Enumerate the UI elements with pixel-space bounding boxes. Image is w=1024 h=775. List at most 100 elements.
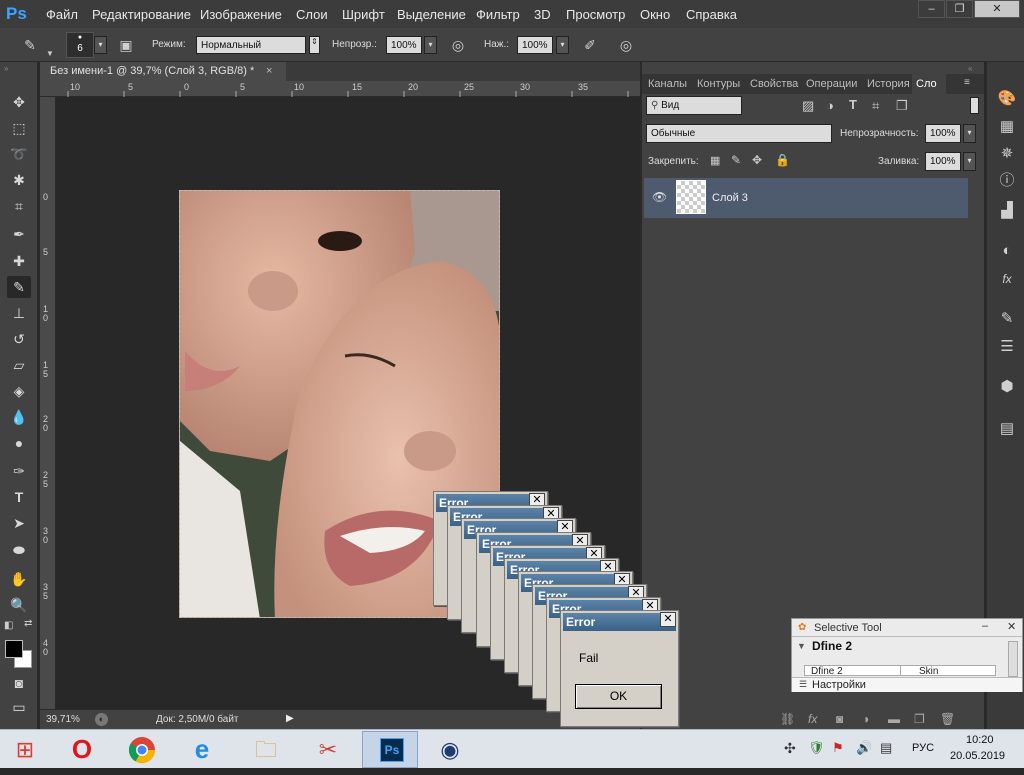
styles-panel-icon[interactable]: fx — [996, 268, 1018, 290]
clock-date[interactable]: 20.05.2019 — [950, 750, 1005, 762]
menu-view[interactable]: Просмотр — [566, 7, 625, 22]
healing-brush-tool-icon[interactable]: ✚ — [7, 250, 31, 272]
menu-window[interactable]: Окно — [640, 7, 670, 22]
security-icon[interactable]: 🛡 — [808, 740, 825, 756]
zoom-tool-icon[interactable]: 🔍 — [7, 594, 31, 616]
add-mask-icon[interactable]: ◙ — [836, 712, 843, 726]
clock-time[interactable]: 10:20 — [966, 734, 994, 746]
menu-image[interactable]: Изображение — [200, 7, 282, 22]
brushes-panel-icon[interactable]: ✎ — [996, 308, 1018, 330]
marquee-tool-icon[interactable]: ⬚ — [7, 117, 31, 139]
pressure-opacity-icon[interactable]: ◎ — [448, 35, 468, 55]
menu-filter[interactable]: Фильтр — [476, 7, 520, 22]
mode-spinner-icon[interactable]: ⇕ — [309, 36, 320, 54]
selective-tool-window[interactable]: ✿ Selective Tool – ✕ ▼ Dfine 2 Dfine 2 S… — [791, 618, 1023, 692]
brush-panel-icon[interactable]: ▣ — [116, 35, 136, 55]
pen-tool-icon[interactable]: ✑ — [7, 460, 31, 482]
tab-channels[interactable]: Каналы — [648, 78, 687, 90]
filter-type-icon[interactable]: T — [849, 97, 857, 112]
status-menu-arrow-icon[interactable]: ▶ — [286, 713, 294, 724]
close-tab-icon[interactable]: × — [266, 62, 272, 81]
lock-pixels-icon[interactable]: ✎ — [731, 153, 741, 167]
taskbar-photoshop-active[interactable]: Ps — [362, 731, 418, 768]
adjustment-layer-icon[interactable]: ◑ — [862, 712, 869, 726]
history-brush-tool-icon[interactable]: ↺ — [7, 328, 31, 350]
blur-tool-icon[interactable]: 💧 — [7, 406, 31, 428]
hand-tool-icon[interactable]: ✋ — [7, 568, 31, 590]
tab-paths[interactable]: Контуры — [697, 78, 740, 90]
minimize-icon[interactable]: – — [982, 620, 988, 632]
move-tool-icon[interactable]: ✥ — [7, 91, 31, 113]
internet-explorer-icon[interactable]: e — [176, 733, 228, 766]
dodge-tool-icon[interactable]: ● — [7, 432, 31, 454]
fill-input[interactable]: 100% — [925, 152, 961, 171]
new-group-icon[interactable]: ▬ — [888, 712, 900, 726]
pressure-input[interactable]: 100% — [517, 36, 553, 54]
chevron-down-icon[interactable]: ▼ — [46, 49, 54, 58]
menu-file[interactable]: Файл — [46, 7, 78, 22]
quick-mask-icon[interactable]: ◙ — [7, 672, 31, 694]
layer-filter-select[interactable]: ⚲ Вид — [646, 96, 742, 115]
histogram-panel-icon[interactable]: ▟ — [996, 200, 1018, 222]
status-info-icon[interactable]: ◐ — [95, 713, 108, 726]
swap-colors-icon[interactable]: ⇄ — [24, 618, 32, 629]
settings-link[interactable]: Настройки — [812, 679, 866, 691]
adjustments-panel-icon[interactable]: ◐ — [996, 240, 1018, 262]
pressure-dropdown[interactable]: ▾ — [556, 36, 569, 54]
minimize-button[interactable]: – — [918, 0, 945, 18]
3d-panel-icon[interactable]: ⬢ — [996, 376, 1018, 398]
stamp-tool-icon[interactable]: ⊥ — [7, 302, 31, 324]
lock-all-icon[interactable]: 🔒 — [775, 153, 790, 167]
menu-select[interactable]: Выделение — [397, 7, 466, 22]
default-colors-icon[interactable]: ◧ — [4, 620, 13, 631]
language-indicator[interactable]: РУС — [912, 742, 934, 754]
new-layer-icon[interactable]: ❐ — [914, 712, 925, 726]
error-dialog[interactable]: Error ✕ Fail OK — [560, 610, 679, 727]
timeline-panel-icon[interactable]: ▤ — [996, 418, 1018, 440]
paint-bucket-tool-icon[interactable]: ◈ — [7, 380, 31, 402]
ok-button[interactable]: OK — [575, 684, 662, 709]
windows-start-icon[interactable]: ⊞ — [0, 733, 50, 766]
filter-image-icon[interactable]: ▨ — [802, 98, 814, 114]
color-panel-icon[interactable]: 🎨 — [996, 88, 1018, 110]
menu-help[interactable]: Справка — [686, 7, 737, 22]
lock-position-icon[interactable]: ✥ — [752, 153, 762, 167]
eye-icon[interactable]: 👁 — [652, 190, 667, 204]
info-panel-icon[interactable]: ⓘ — [996, 170, 1018, 192]
lock-transparency-icon[interactable]: ▦ — [710, 154, 720, 167]
crop-tool-icon[interactable]: ⌗ — [7, 195, 31, 217]
layer-name[interactable]: Слой 3 — [712, 192, 748, 204]
tab-properties[interactable]: Свойства — [750, 78, 798, 90]
chrome-icon[interactable] — [116, 733, 168, 766]
restore-button[interactable]: ❐ — [946, 0, 973, 18]
blend-mode-select[interactable]: Обычные — [646, 124, 832, 143]
network-app-icon[interactable]: ✣ — [784, 740, 796, 757]
expand-triangle-icon[interactable]: ▼ — [797, 641, 806, 651]
type-tool-icon[interactable]: T — [7, 486, 31, 508]
speaker-icon[interactable]: 🔊 — [856, 740, 872, 756]
ellipse-tool-icon[interactable]: ⬬ — [7, 539, 31, 561]
brush-tool-icon[interactable]: ✎ — [7, 276, 31, 298]
document-tab[interactable]: Без имени-1 @ 39,7% (Слой 3, RGB/8) * × — [40, 62, 286, 81]
magic-wand-tool-icon[interactable]: ✱ — [7, 169, 31, 191]
foreground-color-swatch[interactable] — [5, 640, 23, 658]
opacity-input[interactable]: 100% — [386, 36, 422, 54]
file-explorer-icon[interactable]: 🗀 — [240, 733, 292, 766]
lasso-tool-icon[interactable]: ➰ — [7, 143, 31, 165]
screen-mode-icon[interactable]: ▭ — [7, 696, 31, 718]
filter-shape-icon[interactable]: ⌗ — [872, 98, 879, 114]
filter-toggle[interactable] — [970, 97, 979, 114]
settings-icon[interactable]: ☰ — [799, 679, 807, 690]
delete-layer-icon[interactable]: 🗑 — [940, 712, 955, 726]
fill-dropdown[interactable]: ▾ — [963, 152, 976, 171]
mode-select[interactable]: Нормальный — [196, 36, 306, 54]
close-button[interactable]: ✕ — [974, 0, 1020, 18]
opera-icon[interactable]: O — [56, 733, 108, 766]
brush-size-picker[interactable]: ● 6 — [66, 32, 94, 58]
flag-icon[interactable]: ⚑ — [832, 740, 844, 756]
eye-app-icon[interactable]: ◉ — [424, 733, 476, 766]
layer-opacity-dropdown[interactable]: ▾ — [963, 124, 976, 143]
plugin-name[interactable]: Dfine 2 — [812, 639, 852, 653]
preset-list[interactable]: Dfine 2 Skin — [804, 665, 996, 676]
swatches-panel-icon[interactable]: ▦ — [996, 116, 1018, 138]
